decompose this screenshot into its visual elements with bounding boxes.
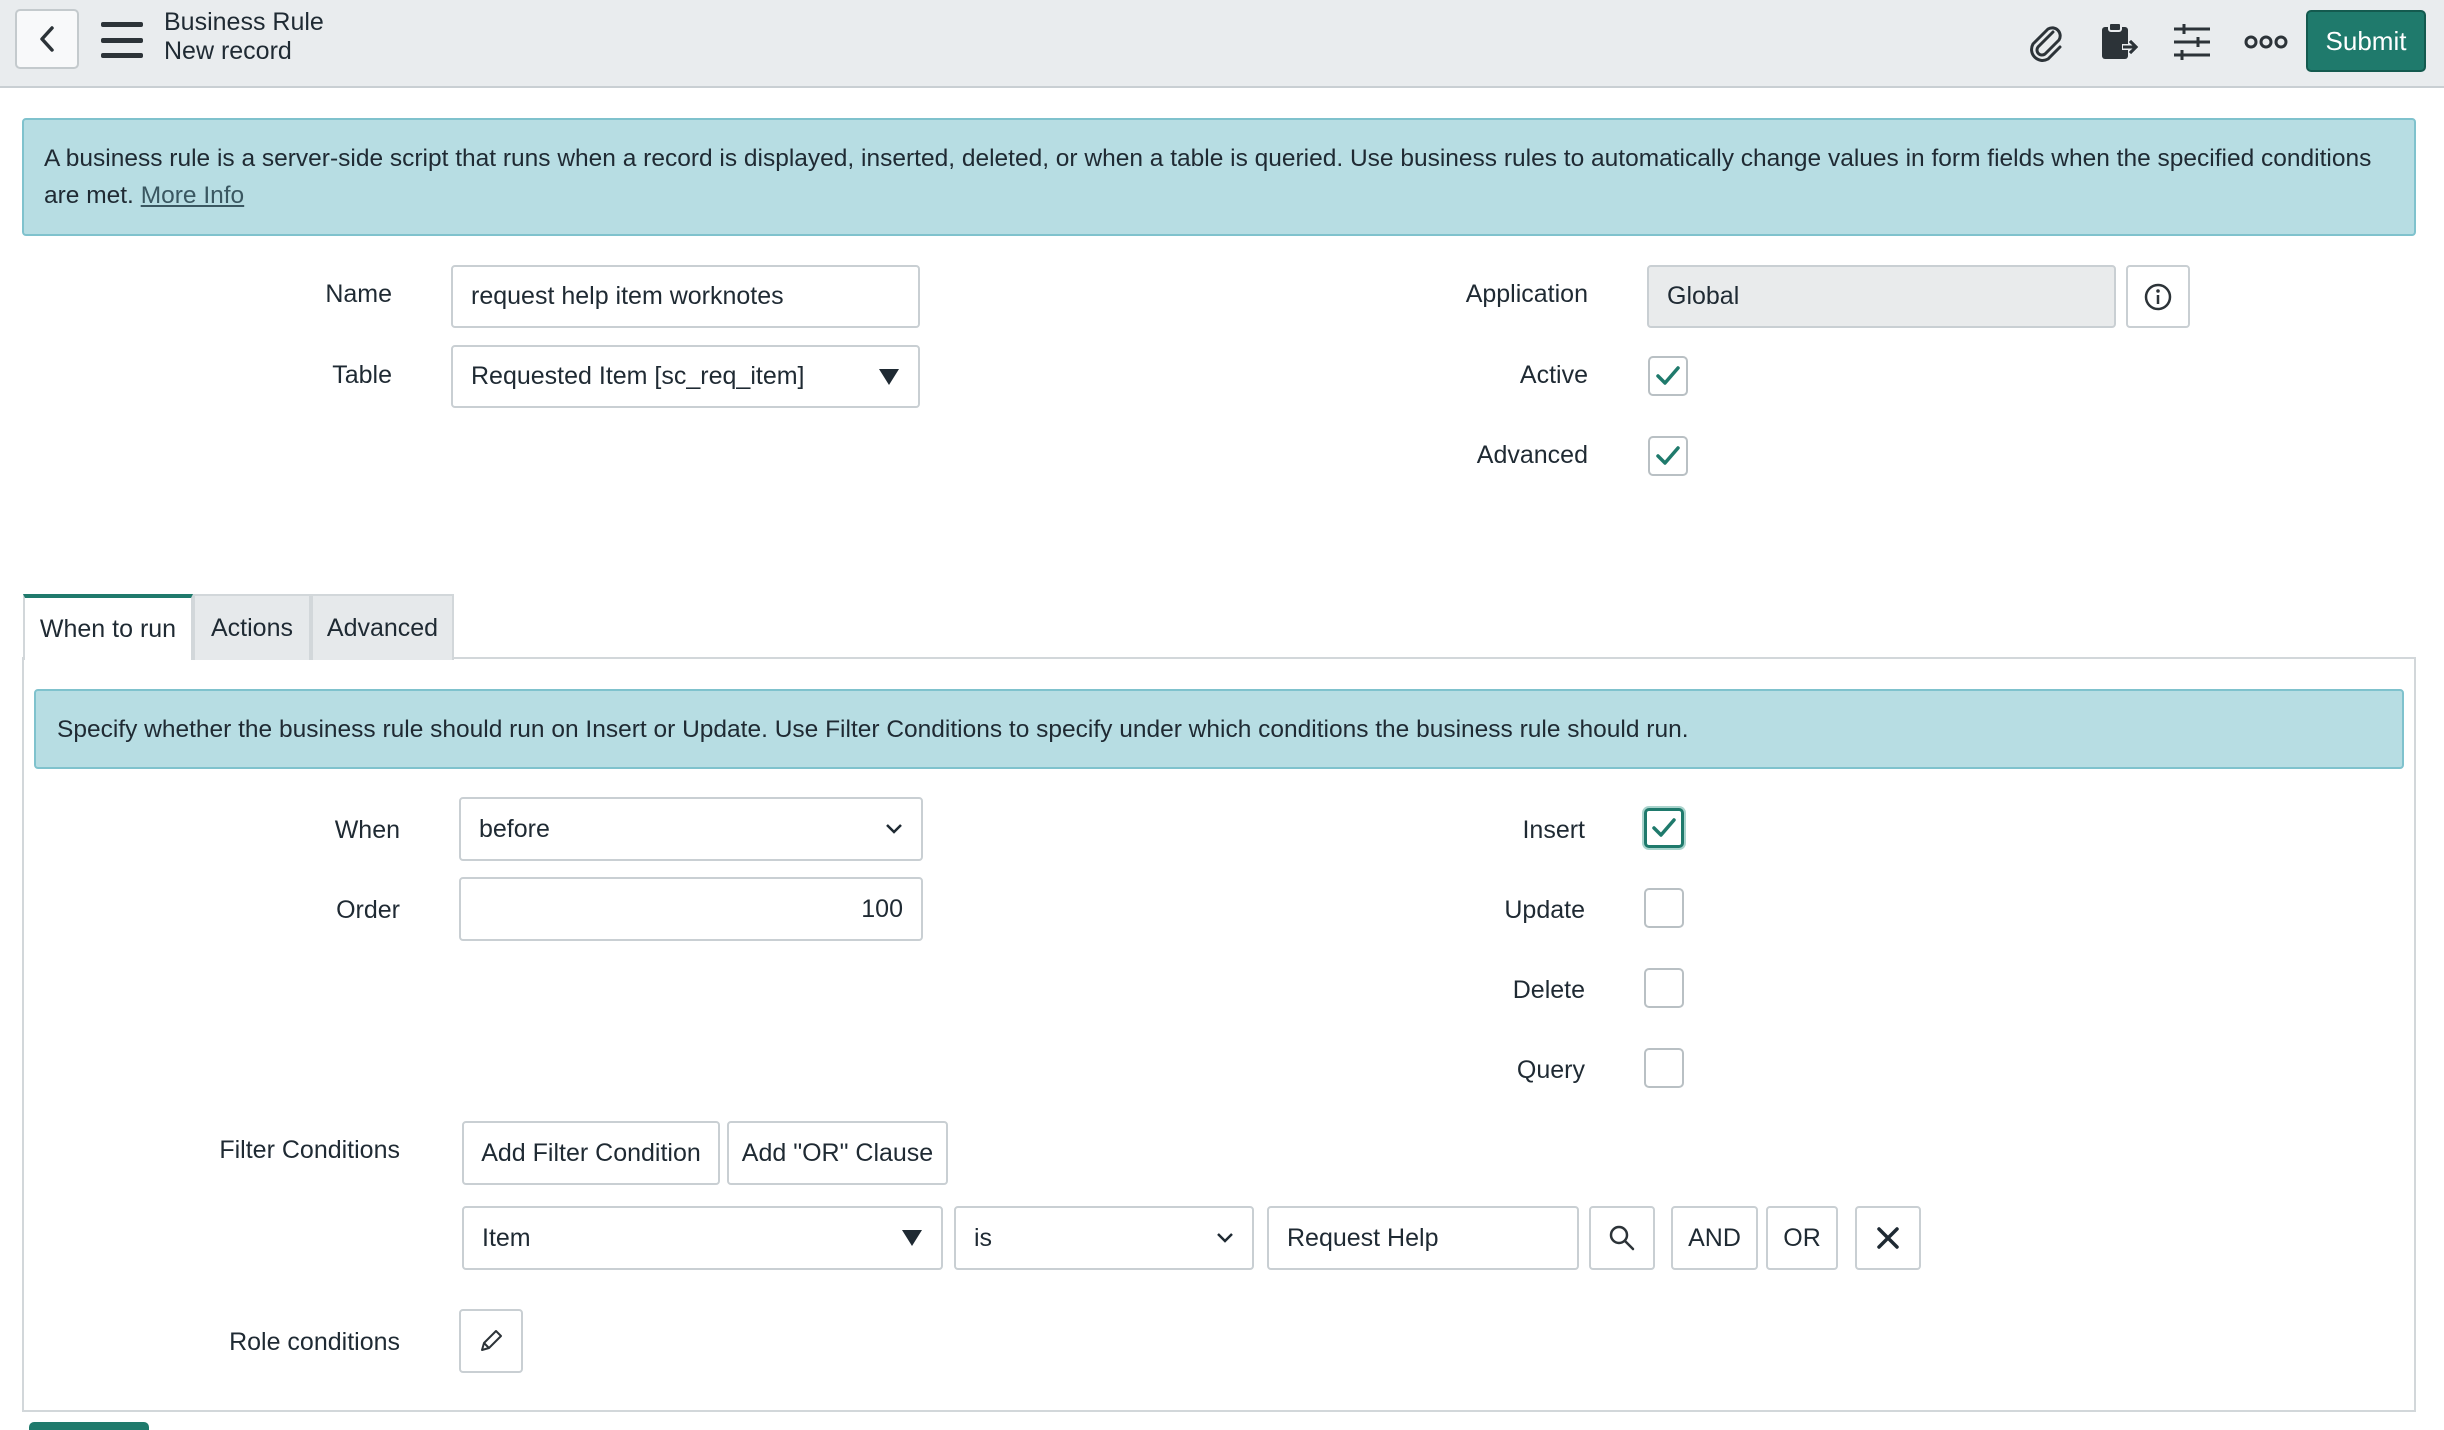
application-label: Application: [1465, 280, 1588, 308]
info-banner-text: A business rule is a server-side script …: [44, 145, 2372, 209]
advanced-checkbox[interactable]: [1648, 436, 1688, 476]
info-icon: [2144, 283, 2172, 310]
form-subtitle: New record: [164, 37, 292, 65]
insert-label: Insert: [1522, 816, 1585, 844]
application-info-button[interactable]: [2126, 265, 2190, 328]
order-label: Order: [336, 896, 400, 924]
form-header: [0, 0, 2444, 88]
table-select-value: Requested Item [sc_req_item]: [471, 362, 805, 390]
tab-panel: [22, 657, 2416, 1412]
name-input[interactable]: request help item worknotes: [451, 265, 920, 328]
condition-value-input[interactable]: Request Help: [1267, 1206, 1579, 1270]
name-label: Name: [325, 280, 392, 308]
application-field: Global: [1647, 265, 2116, 328]
hamburger-menu-icon[interactable]: [101, 22, 143, 58]
sliders-icon[interactable]: [2166, 18, 2218, 66]
chevron-down-icon: [886, 824, 902, 834]
search-icon: [1609, 1225, 1635, 1251]
role-conditions-label: Role conditions: [229, 1328, 400, 1356]
tab-when-to-run[interactable]: When to run: [23, 594, 193, 660]
when-to-run-banner: Specify whether the business rule should…: [34, 689, 2404, 769]
info-banner: A business rule is a server-side script …: [22, 118, 2416, 236]
and-button[interactable]: AND: [1671, 1206, 1758, 1270]
bottom-submit-button[interactable]: [29, 1422, 149, 1430]
chevron-down-icon: [1217, 1233, 1233, 1243]
condition-lookup-button[interactable]: [1589, 1206, 1655, 1270]
active-checkbox[interactable]: [1648, 356, 1688, 396]
paperclip-icon[interactable]: [2019, 18, 2071, 66]
remove-condition-button[interactable]: [1855, 1206, 1921, 1270]
tab-advanced[interactable]: Advanced: [311, 594, 454, 660]
table-label: Table: [332, 361, 392, 389]
clipboard-export-icon[interactable]: [2092, 18, 2144, 66]
query-checkbox[interactable]: [1644, 1048, 1684, 1088]
dropdown-triangle-icon: [879, 368, 899, 385]
update-label: Update: [1504, 896, 1585, 924]
order-input[interactable]: 100: [459, 877, 923, 941]
checkmark-icon: [1656, 366, 1680, 385]
insert-checkbox[interactable]: [1644, 808, 1684, 848]
tab-actions[interactable]: Actions: [193, 594, 311, 660]
advanced-label: Advanced: [1476, 441, 1588, 469]
edit-role-conditions-button[interactable]: [459, 1309, 523, 1373]
add-or-clause-button[interactable]: Add "OR" Clause: [727, 1121, 948, 1185]
or-button[interactable]: OR: [1766, 1206, 1838, 1270]
condition-operator-value: is: [974, 1223, 993, 1252]
more-info-link[interactable]: More Info: [141, 182, 245, 209]
checkmark-icon: [1656, 446, 1680, 465]
delete-label: Delete: [1512, 976, 1585, 1004]
query-label: Query: [1516, 1056, 1585, 1084]
checkmark-icon: [1652, 818, 1676, 837]
when-label: When: [334, 816, 400, 844]
close-icon: [1877, 1227, 1899, 1249]
chevron-left-icon: [40, 26, 54, 52]
dropdown-triangle-icon: [902, 1230, 922, 1246]
update-checkbox[interactable]: [1644, 888, 1684, 928]
delete-checkbox[interactable]: [1644, 968, 1684, 1008]
condition-field-value: Item: [482, 1223, 531, 1252]
active-label: Active: [1519, 361, 1588, 389]
condition-operator-select[interactable]: is: [954, 1206, 1254, 1270]
pencil-icon: [481, 1330, 502, 1351]
condition-field-select[interactable]: Item: [462, 1206, 943, 1270]
form-title: Business Rule: [164, 8, 324, 36]
back-button[interactable]: [15, 9, 79, 69]
filter-conditions-label: Filter Conditions: [219, 1136, 400, 1164]
when-select-value: before: [479, 814, 550, 843]
more-icon[interactable]: [2240, 18, 2292, 66]
add-filter-condition-button[interactable]: Add Filter Condition: [462, 1121, 720, 1185]
submit-button[interactable]: Submit: [2306, 10, 2426, 72]
when-select[interactable]: before: [459, 797, 923, 861]
table-select[interactable]: Requested Item [sc_req_item]: [451, 345, 920, 408]
